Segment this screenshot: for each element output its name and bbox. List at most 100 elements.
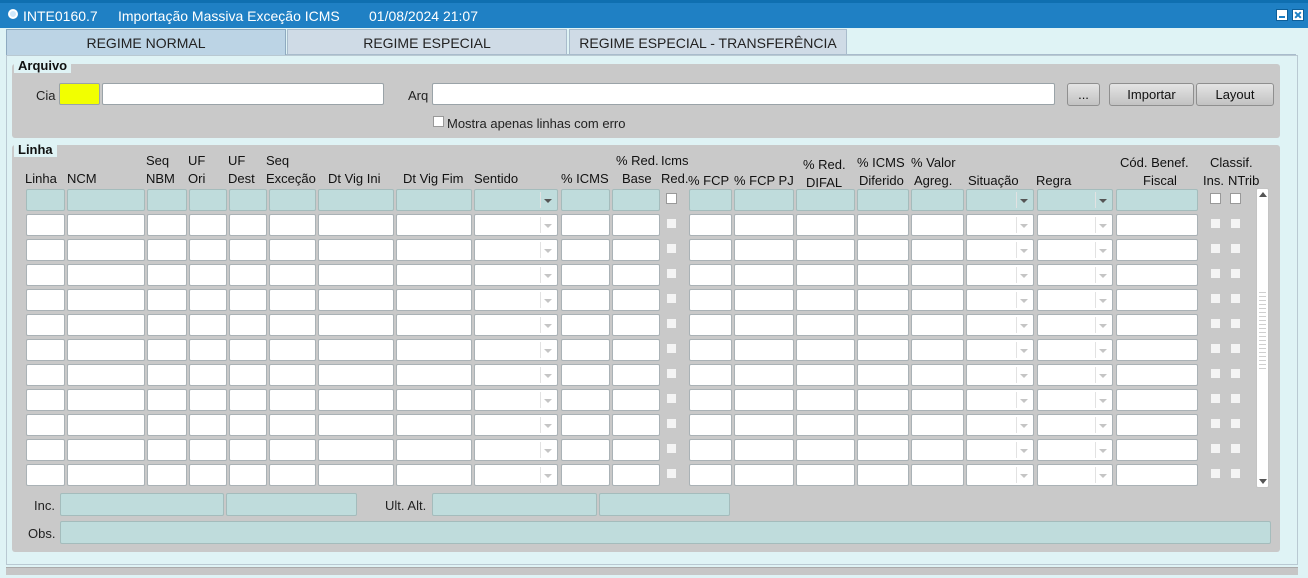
- row-10-pct-red-base-input[interactable]: [612, 414, 660, 436]
- row-11-uf-dest-input[interactable]: [229, 439, 267, 461]
- row-2-ins-checkbox[interactable]: [1210, 218, 1221, 229]
- row-7-ins-checkbox[interactable]: [1210, 343, 1221, 354]
- row-10-pct-red-difal-input[interactable]: [796, 414, 855, 436]
- row-1-seq-nbm-input[interactable]: [147, 189, 187, 211]
- row-6-cod-benef-fiscal-input[interactable]: [1116, 314, 1198, 336]
- row-8-seq-nbm-input[interactable]: [147, 364, 187, 386]
- row-3-seq-nbm-input[interactable]: [147, 239, 187, 261]
- row-6-uf-ori-input[interactable]: [189, 314, 227, 336]
- row-4-ins-checkbox[interactable]: [1210, 268, 1221, 279]
- row-8-pct-red-base-input[interactable]: [612, 364, 660, 386]
- row-9-pct-icms-input[interactable]: [561, 389, 610, 411]
- row-8-pct-fcp-input[interactable]: [689, 364, 732, 386]
- scroll-down-icon[interactable]: [1259, 479, 1267, 484]
- row-3-ncm-input[interactable]: [67, 239, 145, 261]
- row-10-icms-red-checkbox[interactable]: [666, 418, 677, 429]
- row-4-uf-dest-input[interactable]: [229, 264, 267, 286]
- row-2-pct-icms-input[interactable]: [561, 214, 610, 236]
- row-5-linha-input[interactable]: [26, 289, 65, 311]
- row-7-uf-ori-input[interactable]: [189, 339, 227, 361]
- row-6-ins-checkbox[interactable]: [1210, 318, 1221, 329]
- row-8-dt-vig-fim-input[interactable]: [396, 364, 472, 386]
- row-2-pct-icms-diferido-input[interactable]: [857, 214, 909, 236]
- row-6-situacao-select[interactable]: [966, 314, 1034, 336]
- row-10-ntrib-checkbox[interactable]: [1230, 418, 1241, 429]
- row-7-dt-vig-fim-input[interactable]: [396, 339, 472, 361]
- row-8-icms-red-checkbox[interactable]: [666, 368, 677, 379]
- app-menu-icon[interactable]: [8, 9, 18, 19]
- row-4-dt-vig-ini-input[interactable]: [318, 264, 394, 286]
- row-2-ntrib-checkbox[interactable]: [1230, 218, 1241, 229]
- row-2-pct-fcp-input[interactable]: [689, 214, 732, 236]
- row-2-sentido-select[interactable]: [474, 214, 558, 236]
- row-1-seq-excecao-input[interactable]: [269, 189, 316, 211]
- row-5-pct-icms-input[interactable]: [561, 289, 610, 311]
- row-6-pct-fcp-pj-input[interactable]: [734, 314, 794, 336]
- row-6-pct-valor-agreg-input[interactable]: [911, 314, 964, 336]
- row-12-ins-checkbox[interactable]: [1210, 468, 1221, 479]
- row-10-regra-select[interactable]: [1037, 414, 1113, 436]
- row-12-linha-input[interactable]: [26, 464, 65, 486]
- cia-name-input[interactable]: [102, 83, 384, 105]
- row-11-seq-excecao-input[interactable]: [269, 439, 316, 461]
- row-12-pct-icms-diferido-input[interactable]: [857, 464, 909, 486]
- row-11-dt-vig-fim-input[interactable]: [396, 439, 472, 461]
- row-8-pct-icms-input[interactable]: [561, 364, 610, 386]
- row-2-icms-red-checkbox[interactable]: [666, 218, 677, 229]
- row-12-icms-red-checkbox[interactable]: [666, 468, 677, 479]
- row-1-pct-red-difal-input[interactable]: [796, 189, 855, 211]
- grid-scrollbar[interactable]: [1256, 188, 1269, 488]
- row-2-cod-benef-fiscal-input[interactable]: [1116, 214, 1198, 236]
- row-11-icms-red-checkbox[interactable]: [666, 443, 677, 454]
- row-9-dt-vig-ini-input[interactable]: [318, 389, 394, 411]
- row-2-regra-select[interactable]: [1037, 214, 1113, 236]
- row-2-ncm-input[interactable]: [67, 214, 145, 236]
- row-11-pct-valor-agreg-input[interactable]: [911, 439, 964, 461]
- row-1-uf-dest-input[interactable]: [229, 189, 267, 211]
- row-4-dt-vig-fim-input[interactable]: [396, 264, 472, 286]
- row-1-ncm-input[interactable]: [67, 189, 145, 211]
- row-9-situacao-select[interactable]: [966, 389, 1034, 411]
- row-5-pct-red-base-input[interactable]: [612, 289, 660, 311]
- row-12-sentido-select[interactable]: [474, 464, 558, 486]
- row-4-pct-fcp-pj-input[interactable]: [734, 264, 794, 286]
- row-2-dt-vig-fim-input[interactable]: [396, 214, 472, 236]
- row-4-seq-nbm-input[interactable]: [147, 264, 187, 286]
- row-1-ntrib-checkbox[interactable]: [1230, 193, 1241, 204]
- row-10-ins-checkbox[interactable]: [1210, 418, 1221, 429]
- row-10-linha-input[interactable]: [26, 414, 65, 436]
- row-12-dt-vig-ini-input[interactable]: [318, 464, 394, 486]
- row-12-pct-icms-input[interactable]: [561, 464, 610, 486]
- row-9-ntrib-checkbox[interactable]: [1230, 393, 1241, 404]
- row-6-ntrib-checkbox[interactable]: [1230, 318, 1241, 329]
- row-3-regra-select[interactable]: [1037, 239, 1113, 261]
- row-2-uf-dest-input[interactable]: [229, 214, 267, 236]
- row-12-ncm-input[interactable]: [67, 464, 145, 486]
- row-9-seq-nbm-input[interactable]: [147, 389, 187, 411]
- browse-button[interactable]: ...: [1067, 83, 1100, 106]
- row-11-ntrib-checkbox[interactable]: [1230, 443, 1241, 454]
- row-4-sentido-select[interactable]: [474, 264, 558, 286]
- row-1-uf-ori-input[interactable]: [189, 189, 227, 211]
- row-8-ncm-input[interactable]: [67, 364, 145, 386]
- row-1-situacao-select[interactable]: [966, 189, 1034, 211]
- row-4-pct-valor-agreg-input[interactable]: [911, 264, 964, 286]
- row-9-uf-dest-input[interactable]: [229, 389, 267, 411]
- row-10-seq-nbm-input[interactable]: [147, 414, 187, 436]
- row-12-ntrib-checkbox[interactable]: [1230, 468, 1241, 479]
- row-9-pct-valor-agreg-input[interactable]: [911, 389, 964, 411]
- row-10-situacao-select[interactable]: [966, 414, 1034, 436]
- row-6-dt-vig-fim-input[interactable]: [396, 314, 472, 336]
- row-10-pct-icms-diferido-input[interactable]: [857, 414, 909, 436]
- row-10-dt-vig-fim-input[interactable]: [396, 414, 472, 436]
- row-4-situacao-select[interactable]: [966, 264, 1034, 286]
- row-6-seq-nbm-input[interactable]: [147, 314, 187, 336]
- row-2-pct-red-difal-input[interactable]: [796, 214, 855, 236]
- row-5-ncm-input[interactable]: [67, 289, 145, 311]
- row-11-uf-ori-input[interactable]: [189, 439, 227, 461]
- row-11-linha-input[interactable]: [26, 439, 65, 461]
- row-8-dt-vig-ini-input[interactable]: [318, 364, 394, 386]
- row-11-pct-fcp-pj-input[interactable]: [734, 439, 794, 461]
- row-5-cod-benef-fiscal-input[interactable]: [1116, 289, 1198, 311]
- row-4-regra-select[interactable]: [1037, 264, 1113, 286]
